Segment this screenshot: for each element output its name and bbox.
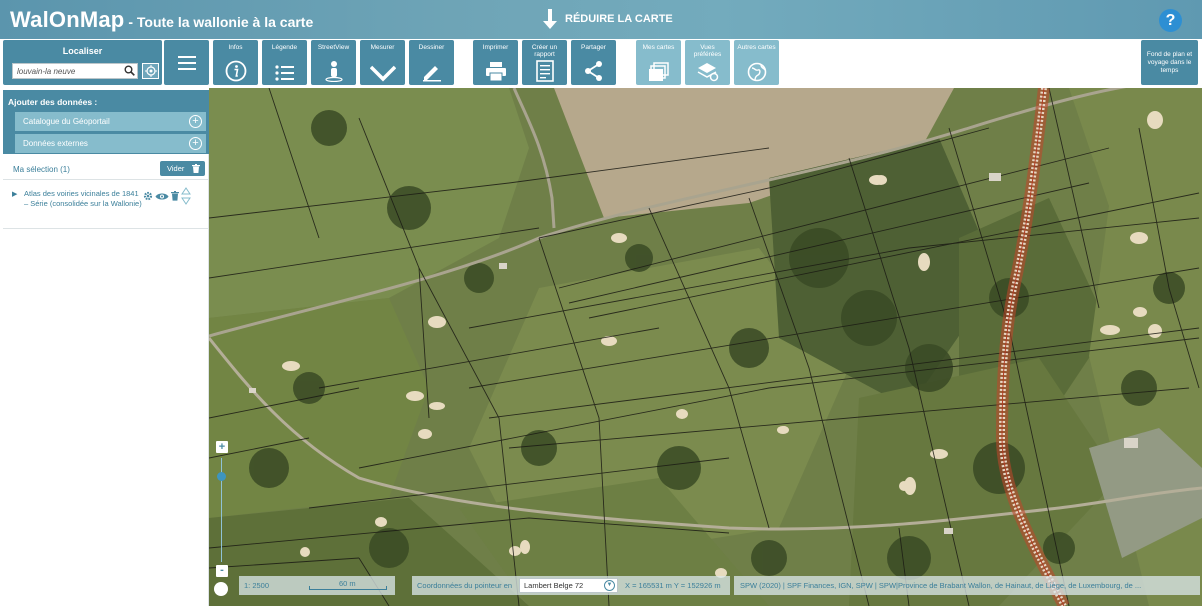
legend-label: Légende — [271, 44, 298, 51]
search-input[interactable] — [12, 63, 138, 79]
zoom-slider-handle[interactable] — [217, 472, 226, 481]
share-icon — [584, 61, 602, 81]
add-data-title: Ajouter des données : — [8, 97, 98, 107]
reduce-map-button[interactable]: RÉDUIRE LA CARTE — [543, 9, 673, 29]
localiser-title: Localiser — [62, 46, 103, 56]
maps-stack-icon — [648, 62, 669, 81]
chevron-down-icon: ▼ — [604, 580, 615, 591]
selection-title: Ma sélection (1) — [13, 165, 70, 174]
share-label: Partager — [581, 44, 606, 51]
plus-circle-icon: + — [189, 115, 202, 128]
help-icon: ? — [1165, 12, 1176, 29]
scale-bar: 1: 2500 60 m — [239, 576, 395, 595]
catalogue-button[interactable]: Catalogue du Géoportail + — [15, 112, 206, 131]
coords-label: Coordonnées du pointeur en — [417, 581, 513, 590]
pencil-icon — [422, 66, 441, 82]
share-button[interactable]: Partager — [571, 40, 616, 85]
pointer-coordinates: Coordonnées du pointeur en Lambert Belge… — [412, 576, 730, 595]
other-maps-label: Autres cartes — [737, 44, 776, 51]
scale-distance: 60 m — [339, 579, 356, 588]
streetview-label: StreetView — [317, 44, 350, 51]
trash-icon — [192, 164, 200, 173]
ruler-icon — [369, 65, 396, 82]
favorite-views-label: Vues préférées — [693, 44, 722, 58]
streetview-button[interactable]: StreetView — [311, 40, 356, 85]
zoom-out-label: - — [220, 564, 224, 576]
reduce-map-label: RÉDUIRE LA CARTE — [565, 13, 673, 25]
external-data-label: Données externes — [23, 139, 88, 148]
layers-gear-icon — [697, 63, 718, 82]
zoom-in-label: + — [218, 441, 226, 453]
clear-selection-button[interactable]: Vider — [160, 161, 205, 176]
infos-button[interactable]: Infos — [213, 40, 258, 85]
search-icon[interactable] — [124, 65, 135, 76]
add-data-section: Ajouter des données : Catalogue du Géopo… — [3, 90, 209, 154]
external-data-button[interactable]: Données externes + — [15, 134, 206, 153]
printer-icon — [485, 62, 506, 82]
measure-button[interactable]: Mesurer — [360, 40, 405, 85]
my-maps-button[interactable]: Mes cartes — [636, 40, 681, 85]
infos-label: Infos — [228, 44, 243, 51]
layer-item[interactable]: ▶ Atlas des voiries vicinales de 1841 – … — [3, 181, 209, 229]
geolocate-button[interactable] — [142, 63, 159, 79]
arrow-down-icon — [543, 9, 557, 29]
globe-icon — [747, 62, 766, 82]
brand: WalOnMap - Toute la wallonie à la carte — [10, 7, 313, 33]
crosshair-icon — [144, 65, 157, 77]
report-icon — [535, 60, 554, 82]
other-maps-button[interactable]: Autres cartes — [734, 40, 779, 85]
scale-ratio: 1: 2500 — [244, 581, 270, 590]
side-panel: Ajouter des données : Catalogue du Géopo… — [3, 90, 209, 606]
trash-icon[interactable] — [171, 191, 179, 201]
gear-icon[interactable] — [143, 191, 153, 201]
layer-name: Atlas des voiries vicinales de 1841 – Sé… — [24, 189, 142, 208]
basemap-timetravel-button[interactable]: Fond de plan et voyage dans le temps — [1141, 40, 1198, 85]
basemap-label: Fond de plan et voyage dans le temps — [1146, 51, 1193, 74]
coords-values: X = 165531 m Y = 152926 m — [625, 581, 721, 590]
my-maps-label: Mes cartes — [642, 44, 675, 51]
zoom-in-button[interactable]: + — [216, 441, 228, 453]
clear-label: Vider — [167, 164, 185, 173]
info-icon — [225, 60, 246, 82]
report-button[interactable]: Créer un rapport — [522, 40, 567, 85]
map-view[interactable]: + - 1: 2500 60 m Coordonnées du pointeur… — [209, 88, 1202, 606]
map-attribution: SPW (2020) | SPF Finances, IGN, SPW | SP… — [734, 576, 1200, 595]
menu-button[interactable] — [164, 40, 209, 85]
brand-tagline: - Toute la wallonie à la carte — [124, 14, 314, 30]
print-label: Imprimer — [482, 44, 509, 51]
projection-select[interactable]: Lambert Belge 72 ▼ — [519, 578, 618, 593]
layer-actions — [143, 187, 191, 205]
favorite-views-button[interactable]: Vues préférées — [685, 40, 730, 85]
report-label: Créer un rapport — [531, 44, 558, 58]
pegman-icon — [324, 61, 343, 82]
app-header: WalOnMap - Toute la wallonie à la carte … — [0, 0, 1202, 39]
catalogue-label: Catalogue du Géoportail — [23, 117, 110, 126]
toolbar: Localiser Infos Légende StreetView Mesur… — [0, 39, 1202, 88]
aerial-map — [209, 88, 1202, 606]
eye-icon[interactable] — [155, 192, 169, 201]
hamburger-icon — [177, 55, 196, 70]
zoom-out-button[interactable]: - — [216, 565, 228, 577]
overview-toggle[interactable] — [214, 582, 228, 596]
reorder-arrows-icon[interactable] — [181, 187, 191, 205]
expand-triangle-icon[interactable]: ▶ — [12, 190, 17, 198]
draw-button[interactable]: Dessiner — [409, 40, 454, 85]
brand-name: WalOnMap — [10, 7, 125, 32]
plus-circle-icon: + — [189, 137, 202, 150]
draw-label: Dessiner — [418, 44, 445, 51]
help-button[interactable]: ? — [1159, 9, 1182, 32]
print-button[interactable]: Imprimer — [473, 40, 518, 85]
legend-button[interactable]: Légende — [262, 40, 307, 85]
localiser-panel: Localiser — [3, 40, 162, 85]
measure-label: Mesurer — [370, 44, 395, 51]
attribution-text: SPW (2020) | SPF Finances, IGN, SPW | SP… — [740, 581, 1142, 590]
projection-value: Lambert Belge 72 — [524, 581, 584, 590]
list-icon — [274, 65, 294, 81]
selection-header: Ma sélection (1) Vider — [3, 158, 209, 180]
